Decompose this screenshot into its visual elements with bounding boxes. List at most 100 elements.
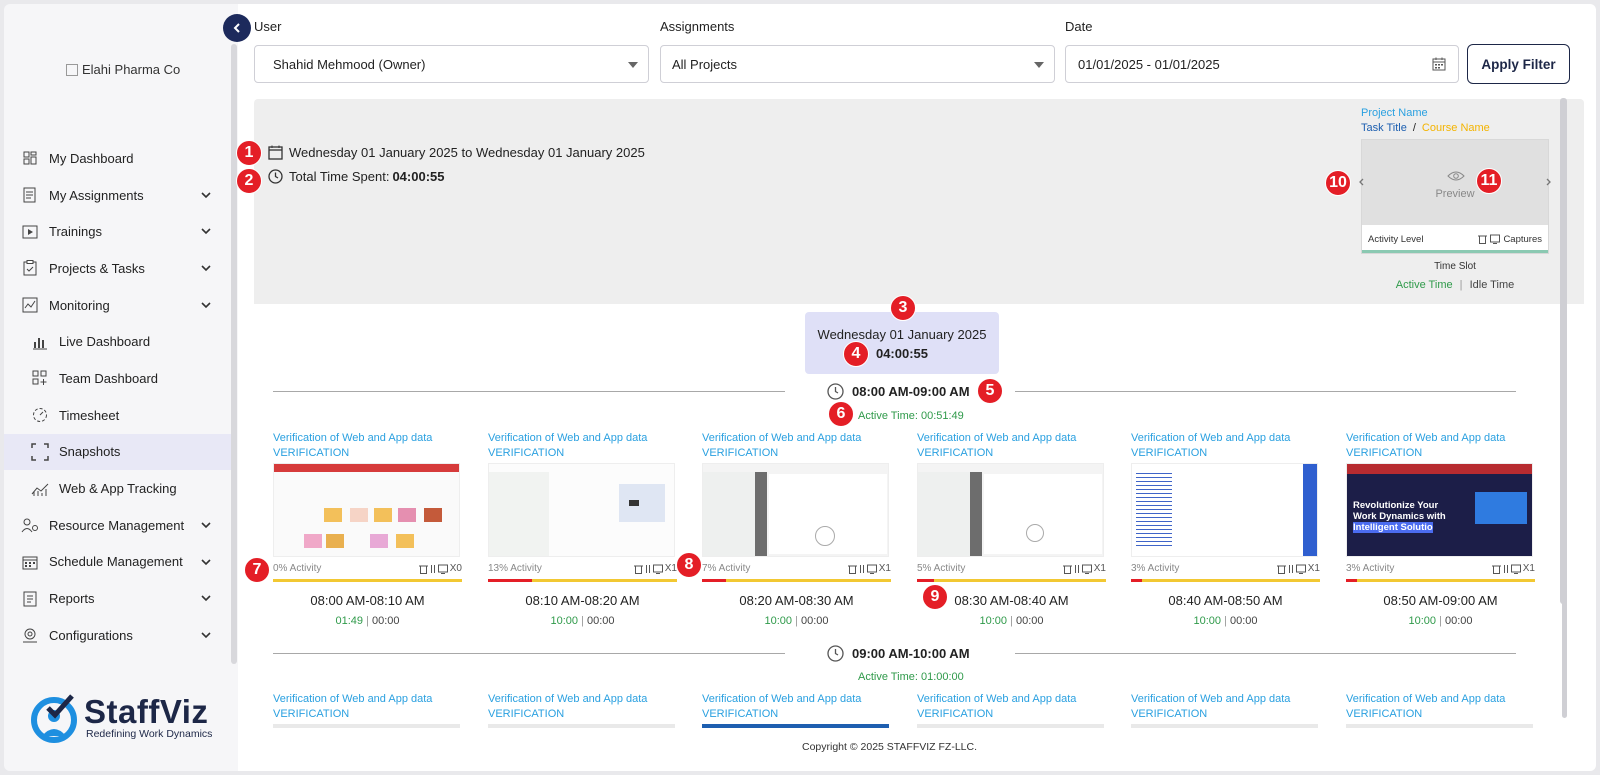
sidebar-item-trainings[interactable]: Trainings — [4, 213, 232, 250]
trash-icon[interactable] — [1276, 564, 1286, 574]
card-task-title[interactable]: Verification of Web and App data — [1346, 692, 1535, 707]
legend-preview-area[interactable]: Preview — [1362, 140, 1548, 225]
card-task-title[interactable]: Verification of Web and App data — [1346, 431, 1535, 446]
content-scrollbar[interactable] — [1562, 330, 1567, 718]
slot-idle-time: 00:00 — [800, 615, 829, 627]
screen-icon — [1510, 564, 1521, 574]
activity-percent: 0% Activity — [273, 563, 322, 574]
dropdown-caret-icon — [1034, 62, 1044, 68]
chevron-left-icon — [233, 23, 240, 33]
date-range-summary: Wednesday 01 January 2025 to Wednesday 0… — [268, 145, 645, 160]
snapshot-card: Verification of Web and App data VERIFICA… — [488, 431, 677, 627]
annotation-marker-1: 1 — [236, 140, 262, 166]
snapshot-card: Verification of Web and App data VERIFICA… — [488, 692, 677, 728]
screen-icon — [1490, 234, 1501, 244]
annotation-marker-6: 6 — [828, 401, 854, 427]
trash-icon[interactable] — [418, 564, 428, 574]
annotation-marker-10: 10 — [1325, 170, 1351, 196]
snapshot-thumbnail-top[interactable] — [917, 724, 1104, 728]
date-range-input[interactable]: 01/01/2025 - 01/01/2025 — [1065, 45, 1459, 83]
legend-preview-label: Preview — [1435, 188, 1475, 200]
annotation-marker-11: 11 — [1476, 168, 1502, 194]
capture-count: X0 — [449, 563, 462, 574]
legend-course-name: Course Name — [1421, 122, 1490, 134]
slot-times: 01:49 | 00:00 — [335, 615, 400, 627]
sidebar-collapse-button[interactable] — [223, 14, 251, 42]
carousel-prev-icon[interactable] — [1358, 178, 1366, 186]
capture-count: X1 — [1522, 563, 1535, 574]
calendar-icon[interactable] — [1432, 57, 1446, 71]
sidebar-item-resource-management[interactable]: Resource Management — [4, 507, 232, 544]
monitoring-icon — [20, 295, 40, 315]
card-project-label: VERIFICATION — [702, 447, 779, 459]
snapshot-thumbnail[interactable] — [702, 463, 889, 557]
card-task-title[interactable]: Verification of Web and App data — [1131, 431, 1320, 446]
snapshot-thumbnail[interactable] — [488, 463, 675, 557]
annotation-marker-5: 5 — [977, 378, 1003, 404]
user-select[interactable]: Shahid Mehmood (Owner) — [254, 45, 649, 83]
snapshot-thumbnail[interactable] — [917, 463, 1104, 557]
total-time-summary: Total Time Spent: 04:00:55 — [268, 169, 445, 184]
sidebar-item-reports[interactable]: Reports — [4, 580, 232, 617]
sidebar-item-timesheet[interactable]: Timesheet — [4, 397, 232, 434]
hour-range-label: 09:00 AM-10:00 AM — [827, 645, 970, 662]
sidebar-scrollbar[interactable] — [231, 44, 237, 664]
card-task-title[interactable]: Verification of Web and App data — [488, 431, 677, 446]
snapshot-thumbnail-top[interactable] — [273, 724, 460, 728]
trash-icon[interactable] — [1062, 564, 1072, 574]
training-icon — [20, 222, 40, 242]
legend-card: Preview Activity Level Captures — [1361, 139, 1549, 254]
sidebar-item-my-dashboard[interactable]: My Dashboard — [4, 140, 232, 177]
annotation-marker-7: 7 — [244, 557, 270, 583]
slot-active-time: 10:00 — [550, 615, 578, 627]
card-task-title[interactable]: Verification of Web and App data — [917, 431, 1106, 446]
snapshot-thumbnail[interactable] — [273, 463, 460, 557]
hour-active-time: Active Time: 00:51:49 — [858, 410, 964, 422]
snapshot-thumbnail[interactable]: Revolutionize Your Work Dynamics with In… — [1346, 463, 1533, 557]
snapshot-thumbnail-top[interactable] — [1346, 724, 1533, 728]
sidebar-item-projects-tasks[interactable]: Projects & Tasks — [4, 250, 232, 287]
sidebar-item-my-assignments[interactable]: My Assignments — [4, 177, 232, 214]
card-task-title[interactable]: Verification of Web and App data — [917, 692, 1106, 707]
trash-icon[interactable] — [1491, 564, 1501, 574]
assignments-select[interactable]: All Projects — [660, 45, 1055, 83]
clipboard-icon — [20, 258, 40, 278]
card-task-title[interactable]: Verification of Web and App data — [488, 692, 677, 707]
pause-icon — [859, 564, 864, 573]
apply-filter-button[interactable]: Apply Filter — [1467, 44, 1570, 84]
snapshot-card: Verification of Web and App data VERIFICA… — [273, 692, 462, 728]
dropdown-caret-icon — [628, 62, 638, 68]
sidebar-item-configurations[interactable]: Configurations — [4, 617, 232, 654]
staffviz-logo: StaffViz Redefining Work Dynamics — [28, 690, 212, 746]
snapshot-thumbnail[interactable] — [1131, 463, 1318, 557]
card-task-title[interactable]: Verification of Web and App data — [702, 692, 891, 707]
trash-icon[interactable] — [847, 564, 857, 574]
chevron-down-icon — [201, 228, 211, 235]
snapshot-card: Verification of Web and App data VERIFICA… — [273, 431, 462, 627]
pause-icon — [645, 564, 650, 573]
card-project-label: VERIFICATION — [488, 708, 565, 720]
sidebar-item-snapshots[interactable]: Snapshots — [4, 433, 232, 471]
card-task-title[interactable]: Verification of Web and App data — [1131, 692, 1320, 707]
snapshot-thumbnail-top[interactable] — [702, 724, 889, 728]
sidebar-item-label: Team Dashboard — [59, 370, 158, 386]
snapshot-card: Verification of Web and App data VERIFICA… — [1346, 431, 1535, 627]
pause-icon — [1288, 564, 1293, 573]
annotation-marker-8: 8 — [676, 552, 702, 578]
legend-task-title: Task Title — [1361, 122, 1407, 134]
sidebar-item-monitoring[interactable]: Monitoring — [4, 287, 232, 324]
sidebar-item-schedule-management[interactable]: Schedule Management — [4, 544, 232, 581]
trash-icon[interactable] — [633, 564, 643, 574]
carousel-next-icon[interactable] — [1544, 178, 1552, 186]
sidebar-item-live-dashboard[interactable]: Live Dashboard — [4, 323, 232, 360]
assignments-filter-label: Assignments — [660, 19, 735, 34]
snapshot-thumbnail-top[interactable] — [1131, 724, 1318, 728]
sidebar-item-team-dashboard[interactable]: Team Dashboard — [4, 360, 232, 397]
card-task-title[interactable]: Verification of Web and App data — [702, 431, 891, 446]
user-filter-label: User — [254, 19, 282, 34]
sidebar-item-web-app-tracking[interactable]: Web & App Tracking — [4, 470, 232, 507]
card-project-label: VERIFICATION — [917, 447, 994, 459]
card-task-title[interactable]: Verification of Web and App data — [273, 692, 462, 707]
snapshot-thumbnail-top[interactable] — [488, 724, 675, 728]
card-task-title[interactable]: Verification of Web and App data — [273, 431, 462, 446]
